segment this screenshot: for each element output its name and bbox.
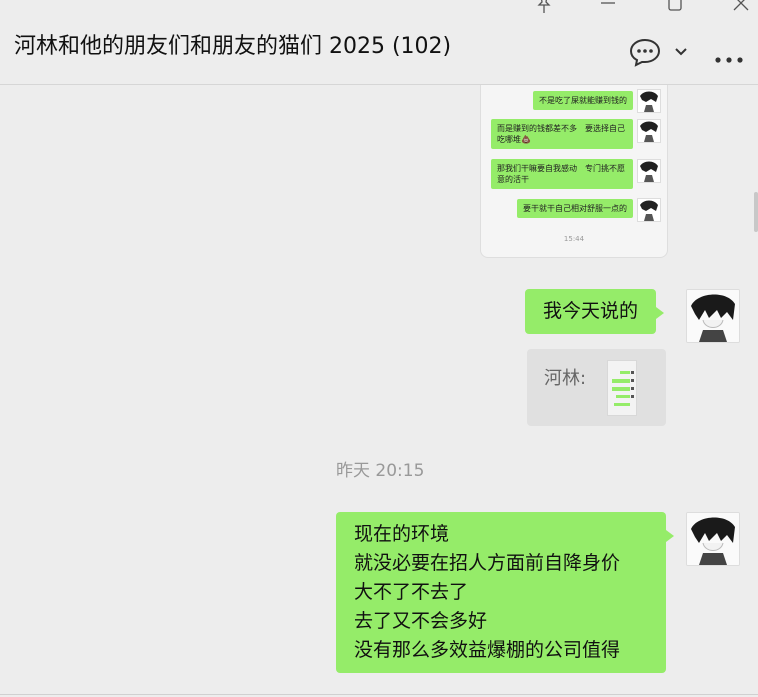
message-line: 没有那么多效益爆棚的公司值得: [354, 639, 621, 661]
maximize-icon[interactable]: [660, 0, 690, 18]
minimize-icon[interactable]: [593, 0, 623, 18]
mini-avatar: [637, 89, 661, 113]
mini-timestamp: 15:44: [563, 235, 585, 243]
more-icon[interactable]: [714, 49, 744, 68]
message-bubble[interactable]: 现在的环境 就没必要在招人方面前自降身价 大不了不去了 去了又不会多好 没有那么…: [336, 512, 674, 673]
message-line: 就没必要在招人方面前自降身价: [354, 552, 621, 574]
message-line: 大不了不去了: [354, 581, 469, 603]
message-text: 我今天说的: [543, 300, 639, 322]
chat-area[interactable]: 不是吃了屎就能赚到钱的 而是赚到的钱都差不多 要选择自己吃哪堆💩 那我们干嘛要自…: [0, 85, 758, 697]
mini-avatar: [637, 159, 661, 183]
title-bar: 河林和他的朋友们和朋友的猫们 2025 (102): [0, 0, 758, 85]
quote-author: 河林:: [544, 368, 587, 389]
divider: [0, 694, 758, 695]
chat-bubble-icon[interactable]: [629, 37, 661, 71]
timestamp: 昨天 20:15: [336, 461, 425, 481]
message-line: 去了又不会多好: [354, 610, 488, 632]
close-icon[interactable]: [726, 0, 756, 18]
quote-thumbnail[interactable]: [607, 360, 637, 416]
mini-message: 而是赚到的钱都差不多 要选择自己吃哪堆💩: [491, 119, 633, 149]
avatar[interactable]: [686, 512, 740, 566]
mini-avatar: [637, 198, 661, 222]
quoted-message[interactable]: 河林:: [527, 349, 666, 426]
message-bubble[interactable]: 我今天说的: [525, 289, 665, 334]
mini-message: 要干就干自己相对舒服一点的: [517, 199, 633, 218]
chat-title: 河林和他的朋友们和朋友的猫们 2025 (102): [14, 34, 452, 59]
avatar[interactable]: [686, 289, 740, 343]
scrollbar-thumb[interactable]: [754, 192, 758, 232]
chevron-down-icon[interactable]: [674, 44, 688, 63]
message-line: 现在的环境: [354, 523, 450, 545]
mini-message: 不是吃了屎就能赚到钱的: [533, 91, 633, 110]
shared-screenshot-image[interactable]: 不是吃了屎就能赚到钱的 而是赚到的钱都差不多 要选择自己吃哪堆💩 那我们干嘛要自…: [480, 85, 668, 258]
mini-message: 那我们干嘛要自我感动 专门挑不愿意的活干: [491, 159, 633, 189]
mini-avatar: [637, 119, 661, 143]
pin-icon[interactable]: [529, 0, 559, 18]
